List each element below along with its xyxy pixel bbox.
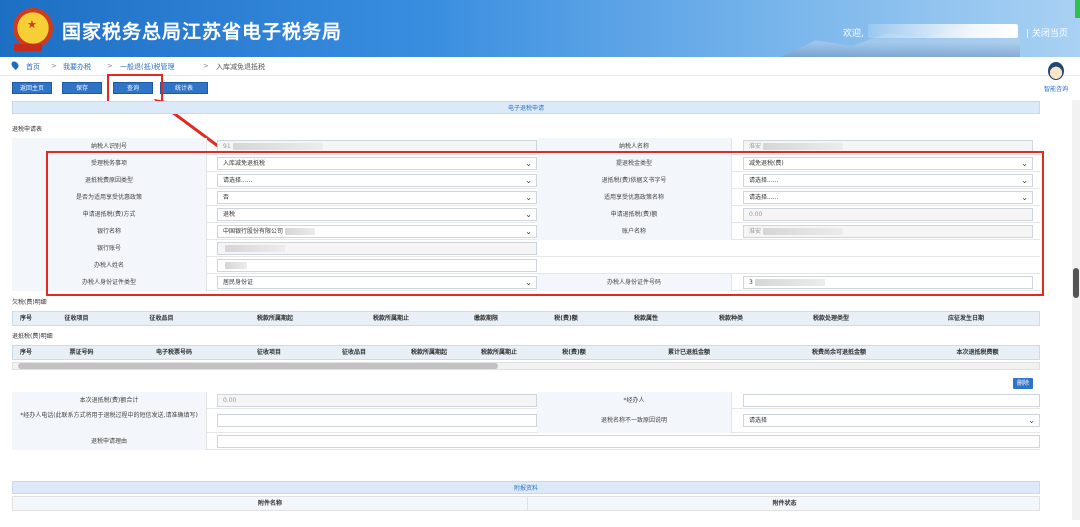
assistant-avatar-icon [1048, 62, 1064, 80]
column-header: 累计已退抵金额 [667, 349, 710, 356]
welcome-text: 欢迎, [843, 29, 864, 39]
column-header: 附件状态 [527, 497, 1041, 510]
masked-value [763, 143, 844, 150]
column-header: 序号 [19, 349, 32, 356]
breadcrumb-separator: > [203, 62, 209, 70]
chevron-down-icon: ⌄ [1028, 416, 1035, 425]
breadcrumb-separator: > [107, 62, 113, 70]
attachments-title: 附报资料 [12, 481, 1040, 494]
assistant-label: 智能咨询 [1043, 86, 1068, 93]
column-header: 征收项目 [256, 349, 281, 356]
site-title: 国家税务总局江苏省电子税务局 [62, 21, 343, 43]
breadcrumb-current: 入库减免退抵税 [216, 63, 265, 71]
masked-value [232, 143, 323, 150]
column-header: 序号 [19, 315, 32, 322]
field-label: 本次退抵税(费)额合计 [12, 392, 207, 409]
column-header: 征收项目 [64, 315, 89, 322]
column-header: 税款所属期止 [480, 349, 517, 356]
smart-consult[interactable]: 智能咨询 [1040, 60, 1070, 95]
statistics-button[interactable]: 统计表 [160, 82, 208, 94]
column-header: 税款所属期起 [256, 315, 293, 322]
breadcrumb-tax-services[interactable]: 我要办税 [63, 62, 91, 72]
column-header: 税款种类 [718, 315, 743, 322]
breadcrumb-separator: > [51, 62, 57, 70]
column-header: 电子税票号码 [155, 349, 192, 356]
column-header: 本次退抵税费额 [956, 349, 999, 356]
section-apply-title: 退税申请表 [12, 126, 43, 133]
owed-table-header: 序号 征收项目 征收品目 税款所属期起 税款所属期止 缴款期限 税(费)额 税款… [12, 311, 1040, 326]
owed-section-title: 欠税(费)明细 [12, 299, 47, 306]
field-label: 退税申请理由 [12, 433, 207, 450]
refund-section-title: 退抵税(费)明细 [12, 333, 53, 340]
attachments-table-header: 附件名称 附件状态 [12, 496, 1040, 511]
refund-table-header: 序号 票证号码 电子税票号码 征收项目 征收品目 税款所属期起 税款所属期止 税… [12, 345, 1040, 360]
form-row-reason-text: 退税申请理由 [12, 433, 1040, 450]
return-home-button[interactable]: 返回主页 [12, 82, 52, 94]
column-header: 税(费)额 [562, 349, 586, 356]
delete-button[interactable]: 删除 [1013, 378, 1033, 389]
column-header: 税款属性 [633, 315, 658, 322]
column-header: 票证号码 [69, 349, 94, 356]
column-header: 应征发生日期 [947, 315, 984, 322]
field-label: 退税名称不一致原因说明 [537, 409, 732, 433]
form-highlight [46, 151, 1044, 296]
form-row-phone: *经办人电话(此联系方式将用于退税过程中的短信发送,请准确填写) 退税名称不一致… [12, 409, 1040, 433]
table-scrollbar-thumb[interactable] [18, 363, 498, 369]
column-header: 征收品目 [341, 349, 366, 356]
field-label: *经办人电话(此联系方式将用于退税过程中的短信发送,请准确填写) [12, 409, 207, 433]
column-header: 缴款期限 [473, 315, 498, 322]
column-header: 税(费)额 [554, 315, 578, 322]
refund-reason-field[interactable] [217, 435, 1040, 448]
status-indicator [1075, 0, 1080, 18]
field-label: *经办人 [537, 392, 732, 409]
column-header: 征收品目 [149, 315, 174, 322]
handler-field[interactable] [743, 394, 1040, 407]
column-header: 税款所属期止 [372, 315, 409, 322]
total-amount-field: 0.00 [217, 394, 537, 407]
form-row-total: 本次退抵税(费)额合计 0.00 *经办人 [12, 392, 1040, 409]
mismatch-reason-select[interactable]: 请选择 ⌄ [743, 414, 1040, 427]
save-button[interactable]: 保存 [62, 82, 102, 94]
column-header: 税款所属期起 [410, 349, 447, 356]
star-icon: ★ [27, 18, 37, 31]
page-scrollbar-thumb[interactable] [1073, 268, 1079, 298]
page-scrollbar[interactable] [1072, 100, 1080, 520]
user-name-masked [868, 24, 1018, 38]
breadcrumb-refund-management[interactable]: 一般退(抵)税管理 [120, 62, 174, 72]
emblem-ribbon [14, 44, 42, 51]
form-title: 电子退税申请 [12, 101, 1040, 114]
column-header: 税款处理类型 [812, 315, 849, 322]
close-page-link[interactable]: | 关闭当页 [1026, 26, 1068, 39]
site-header: ★ 国家税务总局江苏省电子税务局 欢迎, | 关闭当页 [0, 0, 1080, 57]
breadcrumb-home[interactable]: 首页 [26, 62, 40, 72]
handler-phone-field[interactable] [217, 414, 537, 427]
column-header: 附件名称 [257, 500, 282, 507]
column-header: 税费尚余可退抵金额 [811, 349, 866, 356]
